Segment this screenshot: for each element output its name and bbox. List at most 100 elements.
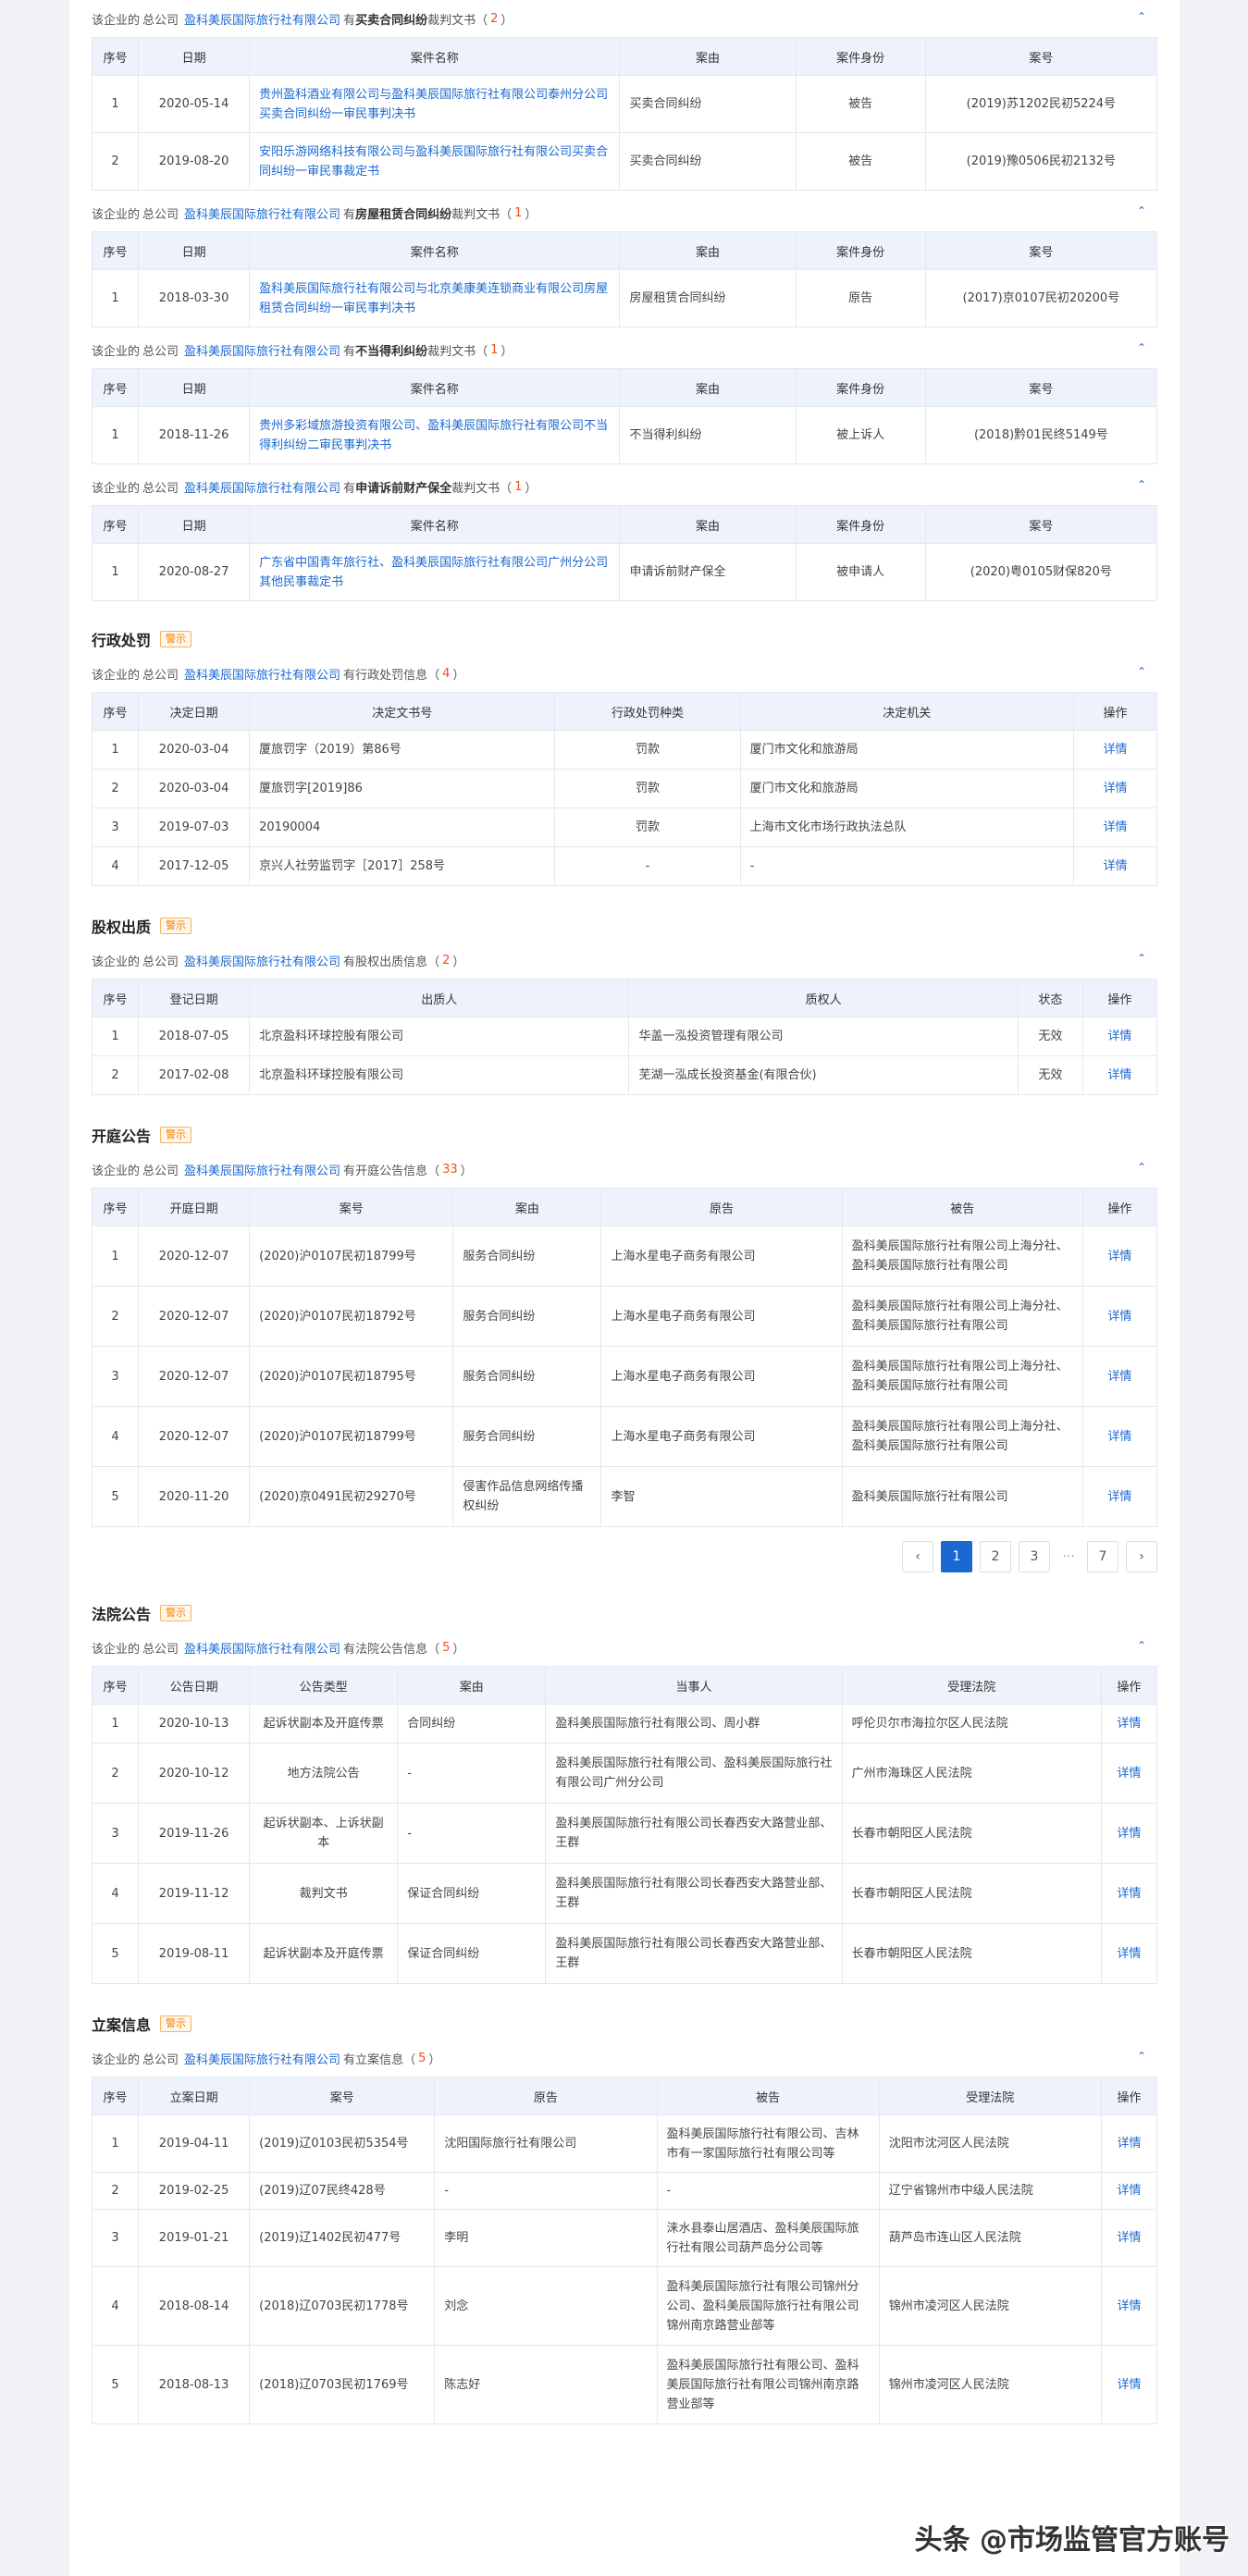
table-cell: (2020)沪0107民初18799号 — [249, 1406, 454, 1467]
detail-link[interactable]: 详情 — [1081, 1406, 1158, 1467]
column-header: 案号 — [924, 368, 1158, 407]
company-link[interactable]: 盈科美辰国际旅行社有限公司 — [184, 478, 340, 496]
table-cell: 2 — [91, 132, 140, 191]
table-cell: - — [397, 1803, 547, 1864]
case-title-link[interactable]: 安阳乐游网络科技有限公司与盈科美辰国际旅行社有限公司买卖合同纠纷一审民事裁定书 — [249, 132, 621, 191]
detail-link[interactable]: 详情 — [1100, 2172, 1158, 2210]
table-row: 1 2020-03-04 厦旅罚字（2019）第86号 罚款 厦门市文化和旅游局 详情 — [91, 730, 1158, 770]
last-page-button[interactable]: 7 — [1087, 1541, 1118, 1572]
table-cell: 盈科美辰国际旅行社有限公司、周小群 — [545, 1704, 843, 1744]
table-cell: 4 — [91, 1406, 140, 1467]
detail-link[interactable]: 详情 — [1081, 1346, 1158, 1407]
detail-link[interactable]: 详情 — [1100, 1704, 1158, 1744]
collapse-icon[interactable]: ⌃ — [1137, 1162, 1146, 1173]
table-cell: 厦门市文化和旅游局 — [739, 730, 1074, 770]
page-button[interactable]: 2 — [980, 1541, 1011, 1572]
detail-link[interactable]: 详情 — [1072, 846, 1158, 886]
table-cell: 2019-08-20 — [138, 132, 251, 191]
table-cell: (2019)辽07民终428号 — [249, 2172, 436, 2210]
table-cell: (2020)京0491民初29270号 — [249, 1466, 454, 1527]
collapse-icon[interactable]: ⌃ — [1137, 2051, 1146, 2062]
table-cell: 厦旅罚字（2019）第86号 — [249, 730, 556, 770]
column-header: 质权人 — [628, 979, 1019, 1017]
detail-link[interactable]: 详情 — [1081, 1226, 1158, 1287]
column-header: 案由 — [452, 1188, 602, 1226]
detail-link[interactable]: 详情 — [1100, 1923, 1158, 1984]
detail-link[interactable]: 详情 — [1081, 1286, 1158, 1347]
collapse-icon[interactable]: ⌃ — [1137, 342, 1146, 353]
table-cell: 李智 — [600, 1466, 843, 1527]
detail-link[interactable]: 详情 — [1100, 1803, 1158, 1864]
detail-link[interactable]: 详情 — [1072, 769, 1158, 808]
table-cell: 20190004 — [249, 807, 556, 847]
section-summary: 该企业的 总公司 盈科美辰国际旅行社有限公司有买卖合同纠纷 裁判文书（2） ⌃ — [92, 0, 1157, 37]
column-header: 案件身份 — [795, 368, 926, 407]
company-link[interactable]: 盈科美辰国际旅行社有限公司 — [184, 665, 340, 683]
column-header: 当事人 — [545, 1666, 843, 1705]
next-page-button[interactable]: › — [1126, 1541, 1157, 1572]
company-link[interactable]: 盈科美辰国际旅行社有限公司 — [184, 341, 340, 359]
detail-link[interactable]: 详情 — [1081, 1017, 1158, 1056]
table-cell: 2020-03-04 — [138, 769, 251, 808]
collapse-icon[interactable]: ⌃ — [1137, 11, 1146, 22]
record-count: 2 — [442, 953, 451, 968]
case-title-link[interactable]: 盈科美辰国际旅行社有限公司与北京美康美连锁商业有限公司房屋租赁合同纠纷一审民事判… — [249, 269, 621, 327]
detail-link[interactable]: 详情 — [1100, 2345, 1158, 2424]
column-header: 日期 — [138, 37, 251, 76]
table-cell: 被上诉人 — [795, 406, 926, 464]
section-title-text: 行政处罚 — [92, 632, 152, 649]
column-header: 登记日期 — [138, 979, 251, 1017]
table-cell: 服务合同纠纷 — [452, 1286, 602, 1347]
summary-prefix: 该企业的 — [92, 481, 141, 496]
column-header: 案件身份 — [795, 37, 926, 76]
record-count: 5 — [442, 1640, 451, 1655]
table-cell: 2 — [91, 2172, 140, 2210]
table-cell: 芜湖一泓成长投资基金(有限合伙) — [628, 1055, 1019, 1095]
detail-link[interactable]: 详情 — [1100, 2114, 1158, 2173]
collapse-icon[interactable]: ⌃ — [1137, 205, 1146, 216]
detail-link[interactable]: 详情 — [1100, 2266, 1158, 2346]
collapse-icon[interactable]: ⌃ — [1137, 666, 1146, 677]
table-row: 1 2018-07-05 北京盈科环球控股有限公司 华盖一泓投资管理有限公司 无效 详情 — [91, 1017, 1158, 1056]
paren-open: （ — [500, 207, 513, 222]
collapse-icon[interactable]: ⌃ — [1137, 479, 1146, 490]
collapse-icon[interactable]: ⌃ — [1137, 953, 1146, 964]
company-link[interactable]: 盈科美辰国际旅行社有限公司 — [184, 952, 340, 969]
table-row: 2 2017-02-08 北京盈科环球控股有限公司 芜湖一泓成长投资基金(有限合伙) 无… — [91, 1055, 1158, 1095]
detail-link[interactable]: 详情 — [1100, 1743, 1158, 1804]
table-cell: 无效 — [1017, 1017, 1083, 1056]
table-cell: 3 — [91, 1803, 140, 1864]
table-cell: 2020-08-27 — [138, 543, 251, 601]
table-cell: 上海水星电子商务有限公司 — [600, 1346, 843, 1407]
detail-link[interactable]: 详情 — [1072, 807, 1158, 847]
company-link[interactable]: 盈科美辰国际旅行社有限公司 — [184, 1161, 340, 1178]
case-title-link[interactable]: 贵州盈科酒业有限公司与盈科美辰国际旅行社有限公司泰州分公司买卖合同纠纷一审民事判… — [249, 75, 621, 133]
detail-link[interactable]: 详情 — [1081, 1466, 1158, 1527]
company-link[interactable]: 盈科美辰国际旅行社有限公司 — [184, 2050, 340, 2067]
column-header: 案由 — [619, 505, 797, 544]
collapse-icon[interactable]: ⌃ — [1137, 1640, 1146, 1651]
detail-link[interactable]: 详情 — [1072, 730, 1158, 770]
detail-link[interactable]: 详情 — [1100, 2209, 1158, 2267]
company-link[interactable]: 盈科美辰国际旅行社有限公司 — [184, 204, 340, 222]
company-link[interactable]: 盈科美辰国际旅行社有限公司 — [184, 1639, 340, 1657]
table-cell: 上海水星电子商务有限公司 — [600, 1406, 843, 1467]
page-button[interactable]: 1 — [941, 1541, 972, 1572]
column-header: 操作 — [1100, 2077, 1158, 2115]
prev-page-button[interactable]: ‹ — [902, 1541, 933, 1572]
table-row: 3 2019-07-03 20190004 罚款 上海市文化市场行政执法总队 详情 — [91, 807, 1158, 847]
warning-badge: 警示 — [160, 1605, 192, 1621]
data-table: 序号 日期 案件名称 案由 案件身份 案号 1 2018-11-26 贵州多彩域旅游投资有限公司… — [91, 368, 1158, 464]
table-row: 5 2018-08-13 (2018)辽0703民初1769号 陈志好 盈科美辰国际旅行… — [91, 2345, 1158, 2424]
company-link[interactable]: 盈科美辰国际旅行社有限公司 — [184, 10, 340, 28]
column-header: 原告 — [434, 2077, 658, 2115]
detail-link[interactable]: 详情 — [1081, 1055, 1158, 1095]
detail-link[interactable]: 详情 — [1100, 1863, 1158, 1924]
column-header: 案由 — [619, 231, 797, 270]
column-header: 公告类型 — [249, 1666, 399, 1705]
summary-keyword: 房屋租赁合同纠纷 — [355, 207, 452, 222]
case-title-link[interactable]: 广东省中国青年旅行社、盈科美辰国际旅行社有限公司广州分公司其他民事裁定书 — [249, 543, 621, 601]
page-ellipsis: ··· — [1057, 1542, 1080, 1571]
case-title-link[interactable]: 贵州多彩域旅游投资有限公司、盈科美辰国际旅行社有限公司不当得利纠纷二审民事判决书 — [249, 406, 621, 464]
page-button[interactable]: 3 — [1019, 1541, 1050, 1572]
